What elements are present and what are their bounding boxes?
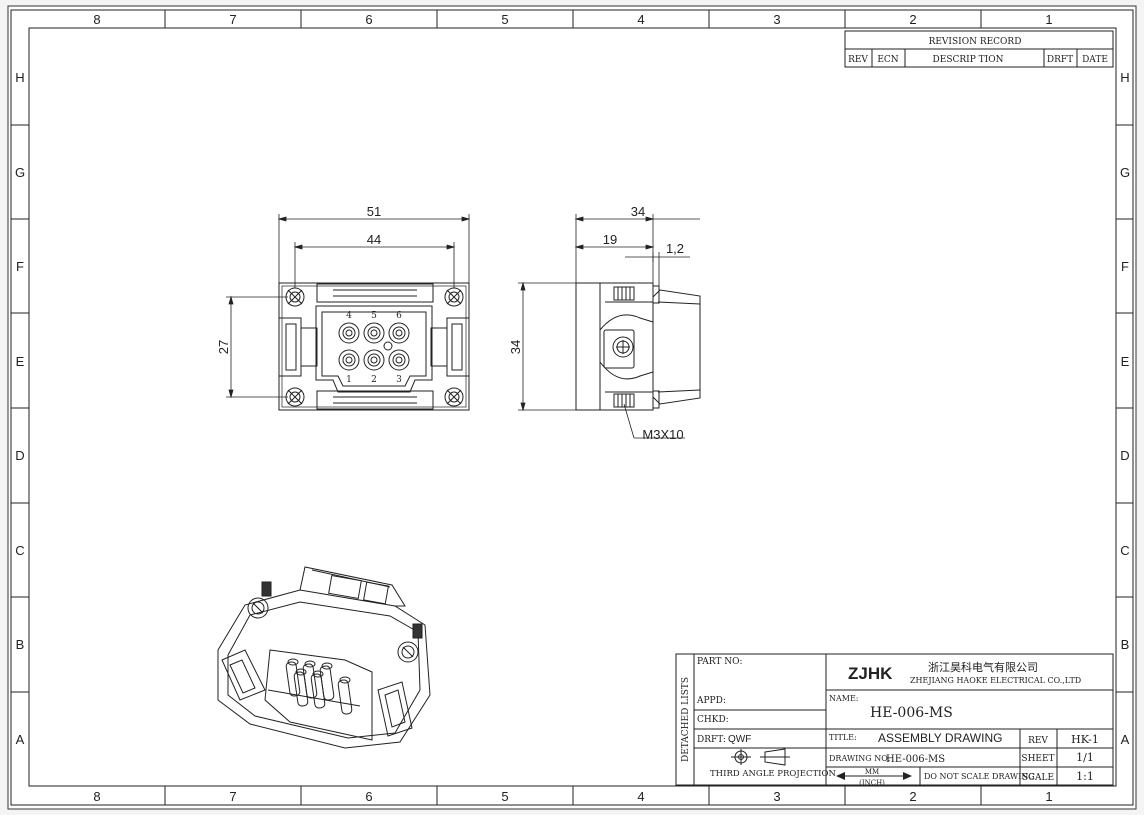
row-label-left-d: D xyxy=(15,448,24,463)
company-english: ZHEJIANG HAOKE ELECTRICAL CO.,LTD xyxy=(910,676,1081,685)
pin-label-3: 3 xyxy=(396,375,402,385)
dim-side-height-34: 34 xyxy=(508,340,523,354)
rev-label: REV xyxy=(1028,736,1048,746)
col-label-top-3: 3 xyxy=(773,12,780,27)
drawing-no-label: DRAWING NO: xyxy=(829,754,890,763)
revision-title: REVISION RECORD xyxy=(929,37,1022,47)
chkd-label: CHKD: xyxy=(697,715,729,725)
units-inch: (INCH) xyxy=(859,779,885,787)
detached-lists-label: DETACHED LISTS xyxy=(681,677,691,762)
pin-label-4: 4 xyxy=(346,311,352,321)
col-label-bottom-1: 1 xyxy=(1045,789,1052,804)
company-logo: ZJHK xyxy=(848,664,893,683)
drft-value: QWF xyxy=(728,734,751,745)
sheet-value: 1/1 xyxy=(1076,751,1094,764)
name-value: HE-006-MS xyxy=(870,705,953,721)
title-value: ASSEMBLY DRAWING xyxy=(878,731,1002,745)
revision-header-date: DATE xyxy=(1082,55,1108,65)
row-label-right-a: A xyxy=(1121,732,1130,747)
screw-label: M3X10 xyxy=(642,427,683,442)
col-label-top-5: 5 xyxy=(501,12,508,27)
col-label-bottom-6: 6 xyxy=(365,789,372,804)
appd-label: APPD: xyxy=(696,696,726,706)
row-label-right-h: H xyxy=(1120,70,1129,85)
dim-side-1-2: 1,2 xyxy=(666,241,684,256)
row-label-left-b: B xyxy=(16,637,25,652)
col-label-top-1: 1 xyxy=(1045,12,1052,27)
scale-label: SCALE xyxy=(1022,773,1054,783)
sheet-label: SHEET xyxy=(1021,754,1054,764)
row-label-right-d: D xyxy=(1120,448,1129,463)
col-label-top-2: 2 xyxy=(909,12,916,27)
col-label-top-4: 4 xyxy=(637,12,644,27)
revision-header-description: DESCRIP TION xyxy=(933,55,1004,65)
pin-label-2: 2 xyxy=(371,375,377,385)
row-label-right-g: G xyxy=(1120,165,1130,180)
units-mm: MM xyxy=(865,768,879,776)
revision-header-rev: REV xyxy=(848,55,868,65)
pin-label-1: 1 xyxy=(346,375,352,385)
company-chinese: 浙江昊科电气有限公司 xyxy=(928,660,1038,674)
col-label-bottom-2: 2 xyxy=(909,789,916,804)
row-label-right-c: C xyxy=(1120,543,1129,558)
revision-header-ecn: ECN xyxy=(877,55,898,65)
col-label-bottom-8: 8 xyxy=(93,789,100,804)
rev-value: HK-1 xyxy=(1071,733,1099,746)
row-label-left-a: A xyxy=(16,732,25,747)
row-label-left-f: F xyxy=(16,259,24,274)
drft-label: DRFT: xyxy=(697,735,726,745)
part-no-label: PART NO: xyxy=(697,657,743,667)
row-label-left-h: H xyxy=(15,70,24,85)
row-label-right-f: F xyxy=(1121,259,1129,274)
no-scale-label: DO NOT SCALE DRAWING xyxy=(924,772,1035,781)
dim-front-width-44: 44 xyxy=(367,232,381,247)
col-label-top-6: 6 xyxy=(365,12,372,27)
scale-value: 1:1 xyxy=(1076,770,1094,783)
name-label: NAME: xyxy=(829,694,859,703)
row-label-left-g: G xyxy=(15,165,25,180)
row-label-left-c: C xyxy=(15,543,24,558)
col-label-bottom-7: 7 xyxy=(229,789,236,804)
dim-side-width-34: 34 xyxy=(631,204,645,219)
projection-label: THIRD ANGLE PROJECTION xyxy=(710,769,836,779)
pin-label-6: 6 xyxy=(396,311,402,321)
row-label-right-e: E xyxy=(1121,354,1130,369)
drawing-no-value: HE-006-MS xyxy=(886,754,945,765)
row-label-left-e: E xyxy=(16,354,25,369)
dim-front-height-27: 27 xyxy=(216,340,231,354)
title-label: TITLE: xyxy=(829,733,857,742)
pin-label-5: 5 xyxy=(371,311,377,321)
col-label-top-8: 8 xyxy=(93,12,100,27)
col-label-bottom-4: 4 xyxy=(637,789,644,804)
col-label-top-7: 7 xyxy=(229,12,236,27)
revision-header-drft: DRFT xyxy=(1047,55,1073,65)
drawing-sheet: 8 7 6 5 4 3 2 1 8 7 6 5 4 3 2 1 H G F E … xyxy=(0,0,1144,815)
row-label-right-b: B xyxy=(1121,637,1130,652)
col-label-bottom-5: 5 xyxy=(501,789,508,804)
dim-front-width-51: 51 xyxy=(367,204,381,219)
col-label-bottom-3: 3 xyxy=(773,789,780,804)
dim-side-19: 19 xyxy=(603,232,617,247)
